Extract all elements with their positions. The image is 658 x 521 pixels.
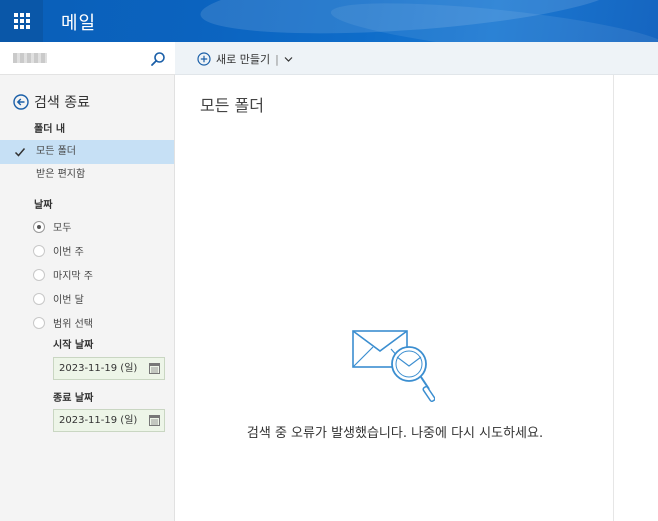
date-section-label: 날짜 — [34, 200, 53, 211]
app-title: 메일 — [61, 13, 97, 34]
radio-button[interactable] — [33, 316, 45, 329]
radio-label: 이번 주 — [53, 247, 84, 258]
list-title: 모든 폴더 — [200, 96, 264, 115]
toolbar-separator: | — [275, 52, 279, 66]
start-date-label: 시작 날짜 — [53, 340, 94, 351]
radio-button[interactable] — [33, 292, 45, 305]
radio-label: 이번 달 — [53, 295, 84, 306]
app-launcher-button[interactable] — [0, 0, 43, 42]
search-icon[interactable] — [150, 51, 166, 67]
error-message: 검색 중 오류가 발생했습니다. 나중에 다시 시도하세요. — [246, 426, 544, 441]
start-date-value: 2023-11-19 (일) — [59, 363, 138, 374]
folder-item-label: 받은 편지함 — [36, 169, 86, 180]
radio-label: 마지막 주 — [53, 271, 93, 282]
radio-button[interactable] — [33, 244, 45, 257]
date-option-range[interactable]: 범위 선택 — [33, 315, 93, 330]
calendar-icon[interactable] — [149, 363, 160, 374]
search-query-redacted — [13, 53, 47, 63]
new-message-button[interactable]: 새로 만들기 | — [197, 51, 293, 67]
folder-item-label: 모든 폴더 — [36, 146, 76, 157]
folders-section-label: 폴더 내 — [34, 124, 66, 135]
exit-search-button[interactable]: 검색 종료 — [13, 92, 90, 112]
checkmark-icon — [14, 148, 26, 157]
exit-search-label: 검색 종료 — [34, 95, 90, 111]
plus-circle-icon — [197, 52, 211, 66]
start-date-field[interactable]: 2023-11-19 (일) — [53, 357, 165, 380]
calendar-icon[interactable] — [149, 415, 160, 426]
folder-item-inbox[interactable]: 받은 편지함 — [0, 163, 174, 187]
envelope-search-illustration-icon — [352, 330, 435, 403]
date-option-this-month[interactable]: 이번 달 — [33, 291, 84, 306]
left-pane: 검색 종료 폴더 내 모든 폴더 받은 편지함 날짜 모두 이번 주 마지막 주… — [0, 42, 175, 521]
radio-button[interactable] — [33, 220, 45, 233]
back-arrow-icon — [13, 94, 29, 110]
date-option-all[interactable]: 모두 — [33, 219, 71, 234]
date-option-this-week[interactable]: 이번 주 — [33, 243, 84, 258]
end-date-label: 종료 날짜 — [53, 393, 94, 404]
search-box[interactable] — [0, 42, 175, 75]
new-message-label: 새로 만들기 — [216, 53, 271, 66]
radio-button[interactable] — [33, 268, 45, 281]
date-option-last-week[interactable]: 마지막 주 — [33, 267, 93, 282]
chevron-down-icon[interactable] — [284, 55, 293, 64]
end-date-value: 2023-11-19 (일) — [59, 415, 138, 426]
radio-label: 범위 선택 — [53, 319, 93, 330]
radio-label: 모두 — [53, 223, 72, 234]
end-date-field[interactable]: 2023-11-19 (일) — [53, 409, 165, 432]
folder-item-all-folders[interactable]: 모든 폴더 — [0, 140, 174, 164]
command-toolbar: 새로 만들기 | — [175, 42, 658, 75]
app-header: 메일 — [0, 0, 658, 42]
waffle-icon — [13, 13, 30, 29]
reading-pane — [613, 75, 658, 521]
message-list: 모든 폴더 검색 중 오류가 발생했습니다. 나중에 다시 시도하세요. — [175, 75, 613, 521]
